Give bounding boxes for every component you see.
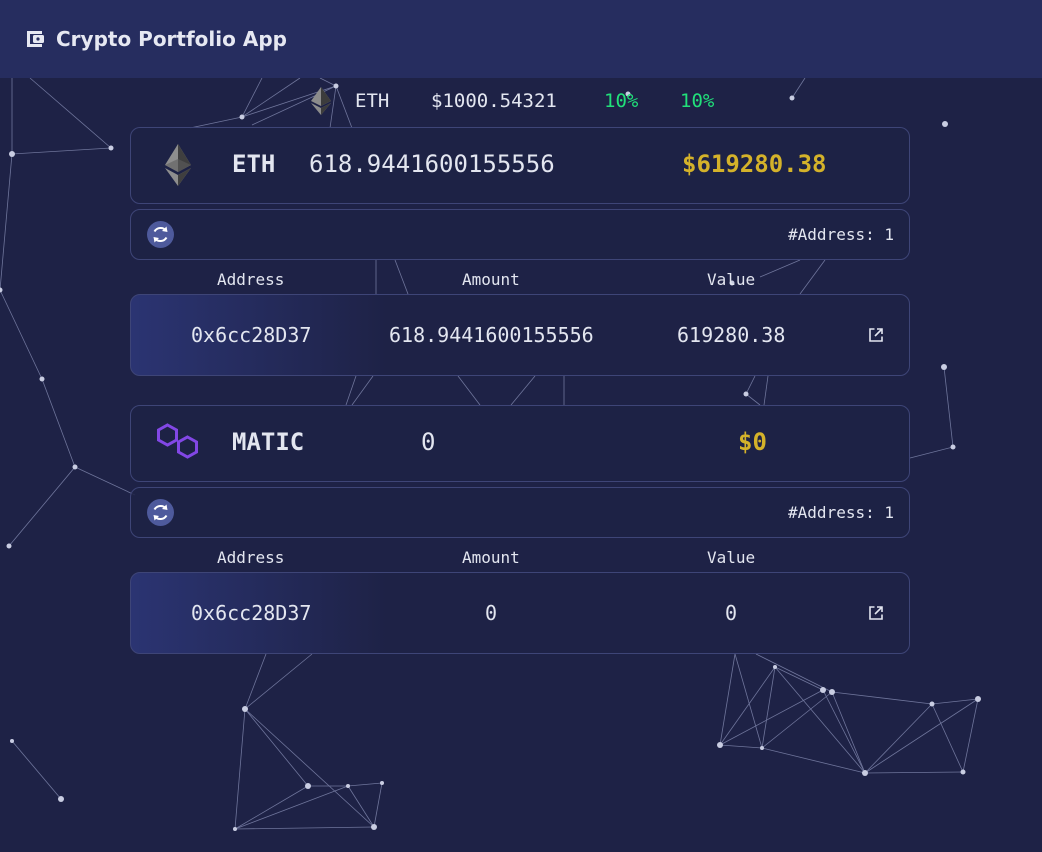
address-bar-eth: #Address: 1 — [130, 209, 910, 260]
asset-value: $619280.38 — [682, 150, 827, 178]
external-link-icon[interactable] — [868, 327, 884, 347]
price-ticker: ETH $1000.54321 10% 10% — [0, 86, 1042, 116]
column-header-amount: Amount — [462, 548, 520, 567]
column-header-value: Value — [707, 548, 756, 567]
asset-card-eth[interactable]: ETH 618.9441600155556 $619280.38 — [130, 127, 910, 204]
address-bar-matic: #Address: 1 — [130, 487, 910, 538]
row-address: 0x6cc28D37 — [191, 323, 312, 347]
asset-card-matic[interactable]: MATIC 0 $0 — [130, 405, 910, 482]
wallet-icon — [25, 30, 45, 52]
row-address: 0x6cc28D37 — [191, 601, 312, 625]
column-header-amount: Amount — [462, 270, 520, 289]
column-header-address: Address — [217, 270, 285, 289]
asset-symbol: ETH — [232, 150, 276, 178]
external-link-icon[interactable] — [868, 605, 884, 625]
app-title: Crypto Portfolio App — [56, 27, 287, 51]
matic-icon — [157, 423, 199, 465]
ticker-change-2: 10% — [680, 90, 715, 112]
asset-value: $0 — [738, 428, 767, 456]
row-amount: 618.9441600155556 — [389, 323, 594, 347]
app-header: Crypto Portfolio App — [0, 0, 1042, 78]
ticker-change-1: 10% — [604, 90, 639, 112]
column-header-value: Value — [707, 270, 756, 289]
address-row[interactable]: 0x6cc28D37 618.9441600155556 619280.38 — [130, 294, 910, 376]
eth-icon — [311, 87, 331, 120]
eth-icon — [163, 144, 193, 190]
row-amount: 0 — [485, 601, 498, 625]
row-value: 0 — [725, 601, 738, 625]
refresh-icon[interactable] — [147, 221, 174, 248]
asset-amount: 618.9441600155556 — [309, 150, 555, 178]
column-header-address: Address — [217, 548, 285, 567]
address-count: #Address: 1 — [788, 225, 894, 244]
ticker-symbol: ETH — [355, 90, 390, 112]
address-count: #Address: 1 — [788, 503, 894, 522]
row-value: 619280.38 — [677, 323, 786, 347]
address-row[interactable]: 0x6cc28D37 0 0 — [130, 572, 910, 654]
refresh-icon[interactable] — [147, 499, 174, 526]
asset-amount: 0 — [421, 428, 436, 456]
ticker-price: $1000.54321 — [431, 90, 557, 112]
asset-symbol: MATIC — [232, 428, 305, 456]
